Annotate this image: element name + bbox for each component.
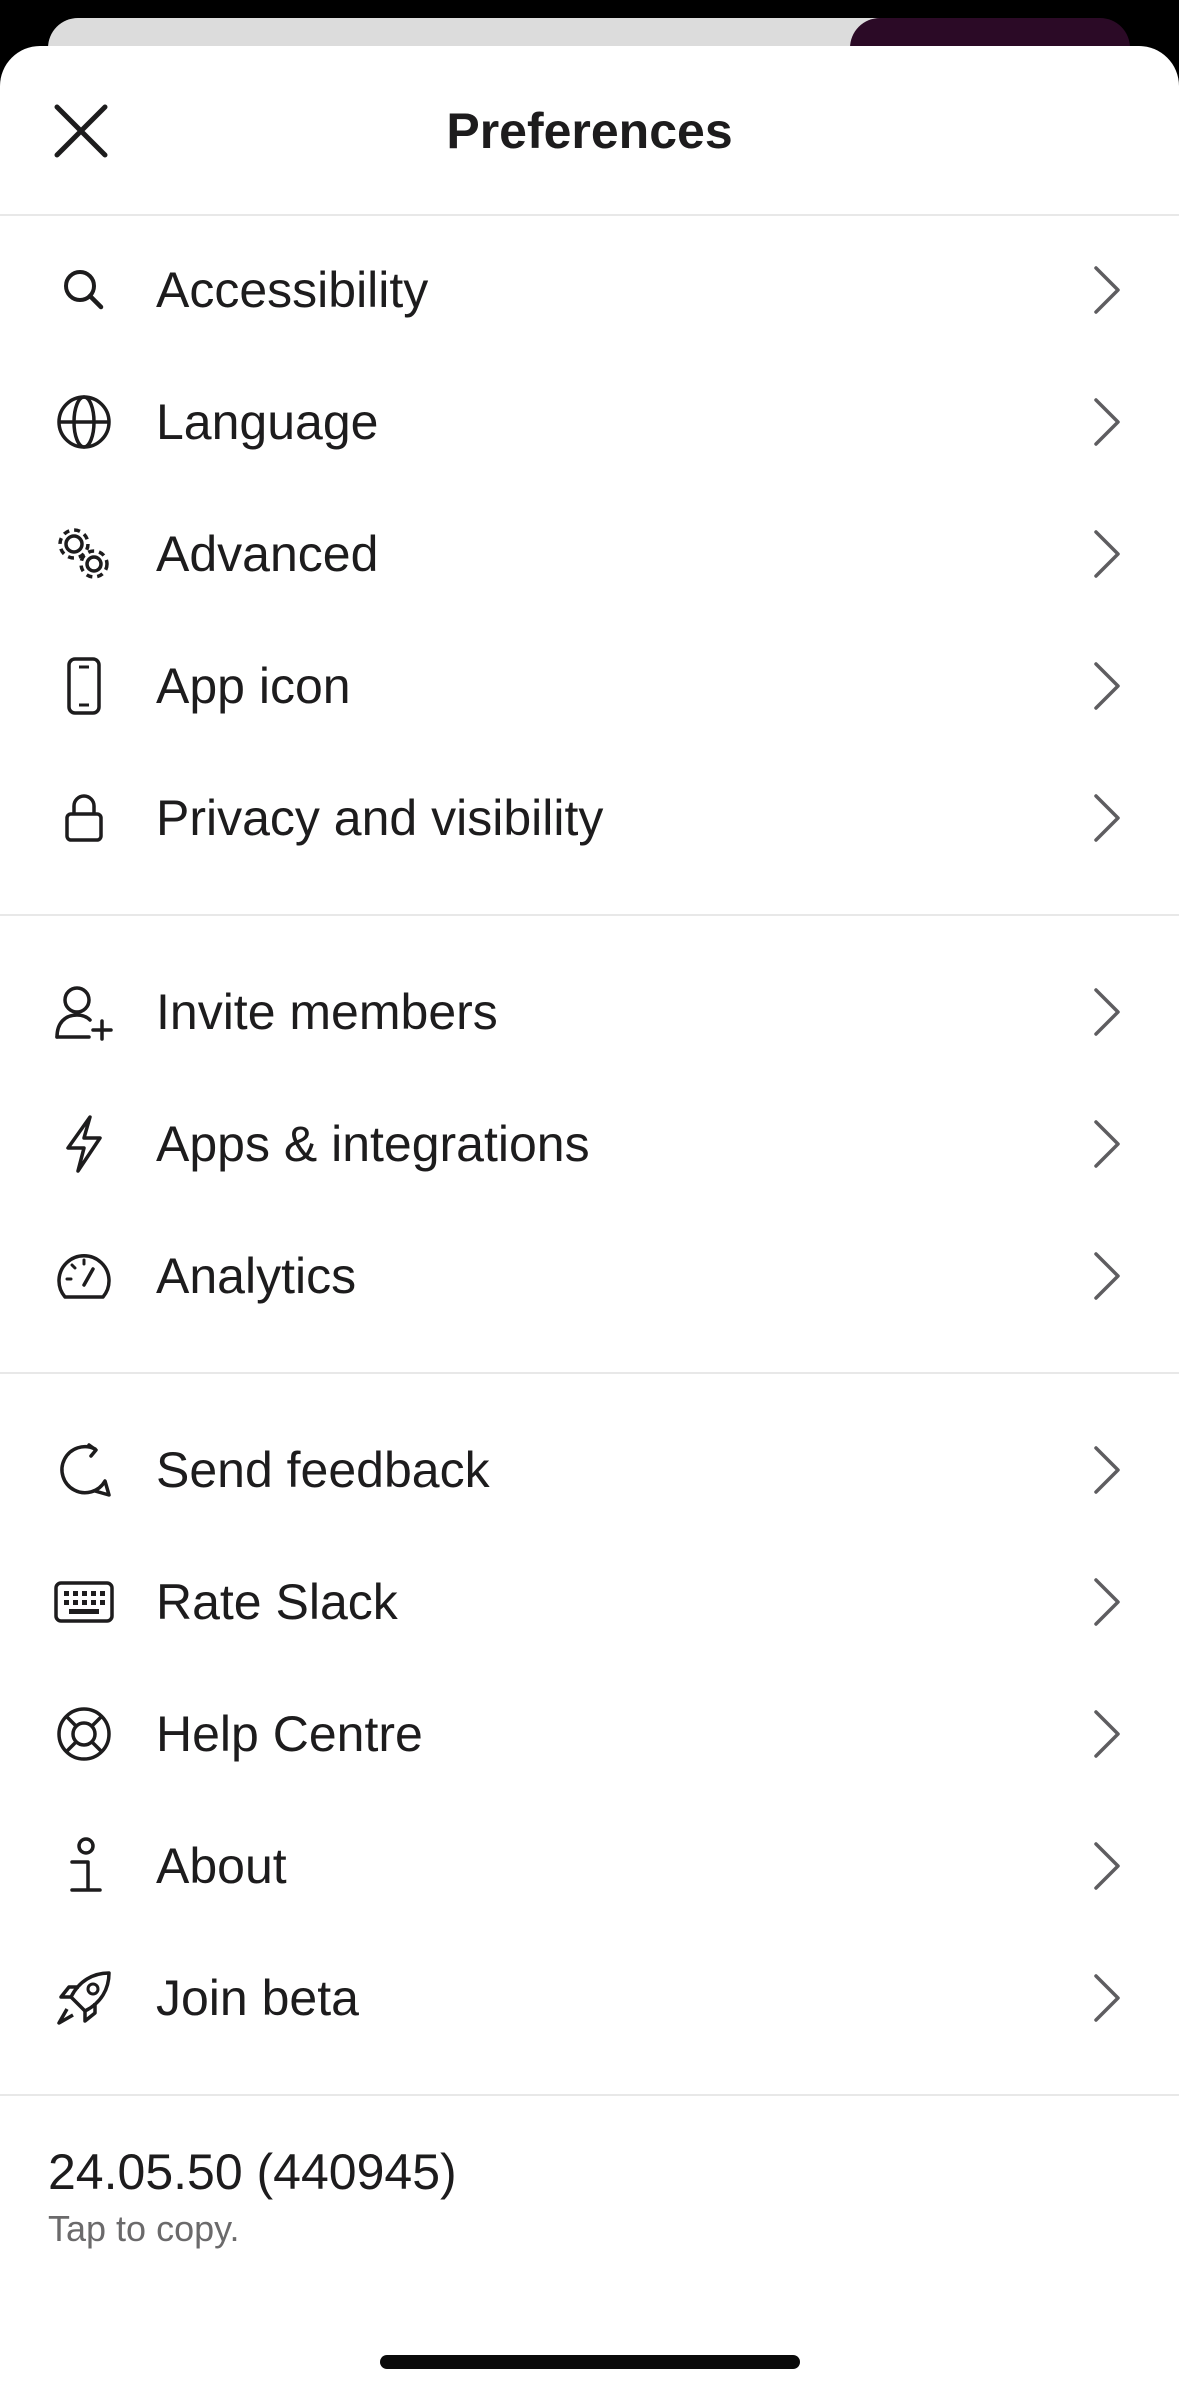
- chevron-right-icon: [1087, 1836, 1127, 1896]
- chevron-right-icon: [1087, 1114, 1127, 1174]
- menu-item-label: Help Centre: [156, 1706, 423, 1762]
- preferences-group-support: Send feedback Rate Slack Help Centre Abo…: [0, 1404, 1179, 2064]
- menu-item-help-centre[interactable]: Help Centre: [0, 1668, 1179, 1800]
- info-icon: [48, 1830, 120, 1902]
- lock-icon: [48, 782, 120, 854]
- menu-item-send-feedback[interactable]: Send feedback: [0, 1404, 1179, 1536]
- menu-item-label: Invite members: [156, 984, 498, 1040]
- menu-item-privacy[interactable]: Privacy and visibility: [0, 752, 1179, 884]
- chevron-right-icon: [1087, 788, 1127, 848]
- menu-item-label: Apps & integrations: [156, 1116, 590, 1172]
- chevron-right-icon: [1087, 1704, 1127, 1764]
- chevron-right-icon: [1087, 1246, 1127, 1306]
- menu-item-label: About: [156, 1838, 287, 1894]
- menu-item-invite-members[interactable]: Invite members: [0, 946, 1179, 1078]
- lifebuoy-icon: [48, 1698, 120, 1770]
- chevron-right-icon: [1087, 1440, 1127, 1500]
- menu-item-label: Privacy and visibility: [156, 790, 604, 846]
- rocket-icon: [48, 1962, 120, 2034]
- menu-item-app-icon[interactable]: App icon: [0, 620, 1179, 752]
- phone-icon: [48, 650, 120, 722]
- menu-item-label: Advanced: [156, 526, 379, 582]
- menu-item-label: Language: [156, 394, 379, 450]
- chevron-right-icon: [1087, 656, 1127, 716]
- menu-item-label: Send feedback: [156, 1442, 490, 1498]
- menu-item-label: Accessibility: [156, 262, 429, 318]
- menu-item-label: App icon: [156, 658, 351, 714]
- feedback-icon: [48, 1434, 120, 1506]
- sheet-header: Preferences: [0, 46, 1179, 216]
- keyboard-icon: [48, 1566, 120, 1638]
- search-icon: [48, 254, 120, 326]
- preferences-group-workspace: Invite members Apps & integrations Analy…: [0, 946, 1179, 1342]
- version-info[interactable]: 24.05.50 (440945) Tap to copy.: [0, 2096, 1179, 2252]
- menu-item-join-beta[interactable]: Join beta: [0, 1932, 1179, 2064]
- chevron-right-icon: [1087, 1968, 1127, 2028]
- chevron-right-icon: [1087, 392, 1127, 452]
- chevron-right-icon: [1087, 982, 1127, 1042]
- version-number: 24.05.50 (440945): [48, 2144, 457, 2200]
- preferences-group-general: Accessibility Language Advanced App icon…: [0, 216, 1179, 884]
- menu-item-accessibility[interactable]: Accessibility: [0, 224, 1179, 356]
- chevron-right-icon: [1087, 524, 1127, 584]
- menu-item-advanced[interactable]: Advanced: [0, 488, 1179, 620]
- gauge-icon: [48, 1240, 120, 1312]
- chevron-right-icon: [1087, 260, 1127, 320]
- globe-icon: [48, 386, 120, 458]
- menu-item-label: Rate Slack: [156, 1574, 398, 1630]
- menu-item-label: Analytics: [156, 1248, 357, 1304]
- add-person-icon: [48, 976, 120, 1048]
- menu-item-rate-slack[interactable]: Rate Slack: [0, 1536, 1179, 1668]
- menu-item-label: Join beta: [156, 1970, 359, 2026]
- divider: [0, 1372, 1179, 1374]
- page-title: Preferences: [446, 103, 733, 159]
- preferences-sheet: Preferences Accessibility Language Advan…: [0, 46, 1179, 2396]
- home-indicator: [380, 2355, 800, 2369]
- menu-item-about[interactable]: About: [0, 1800, 1179, 1932]
- divider: [0, 914, 1179, 916]
- lightning-icon: [48, 1108, 120, 1180]
- menu-item-analytics[interactable]: Analytics: [0, 1210, 1179, 1342]
- chevron-right-icon: [1087, 1572, 1127, 1632]
- menu-item-language[interactable]: Language: [0, 356, 1179, 488]
- copy-hint: Tap to copy.: [48, 2208, 240, 2249]
- gears-icon: [48, 518, 120, 590]
- menu-item-apps-integrations[interactable]: Apps & integrations: [0, 1078, 1179, 1210]
